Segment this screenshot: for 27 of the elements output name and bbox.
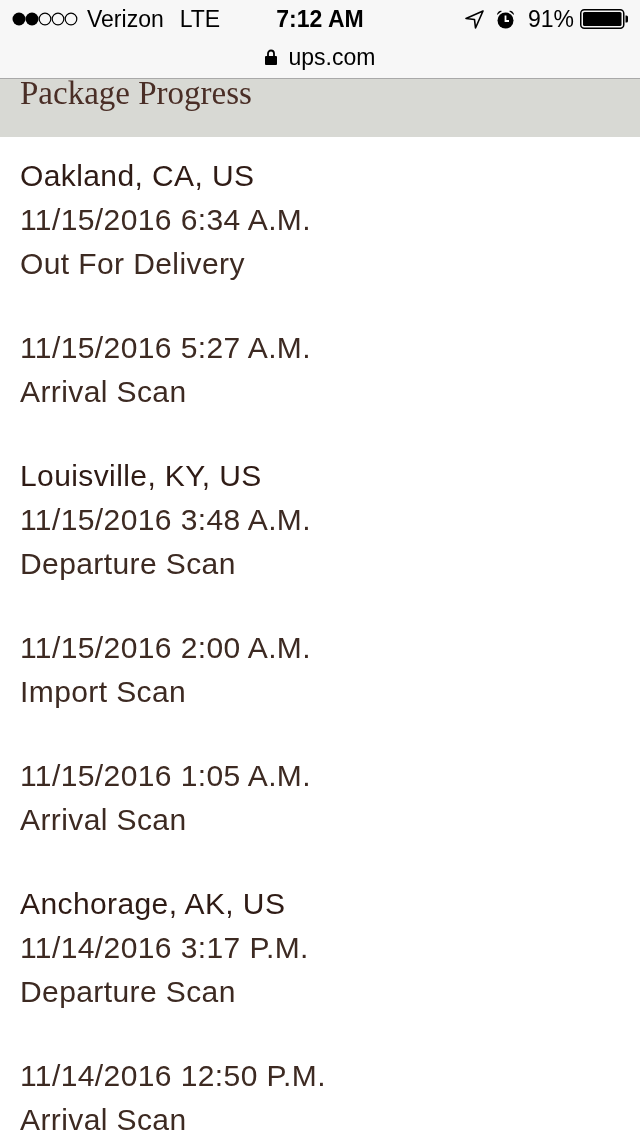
event-status: Out For Delivery [20, 248, 245, 280]
event-status: Arrival Scan [20, 1104, 187, 1136]
event-location: Louisville, KY, US [20, 460, 262, 492]
battery-icon [580, 9, 628, 30]
event-location: Anchorage, AK, US [20, 888, 286, 920]
location-arrow-icon [464, 10, 484, 29]
event-status: Departure Scan [20, 548, 236, 580]
signal-strength-icon [12, 12, 78, 27]
event-location: Oakland, CA, US [20, 160, 255, 192]
event-status: Arrival Scan [20, 376, 187, 408]
event-datetime: 11/15/2016 3:48 A.M. [20, 504, 311, 536]
event-datetime: 11/15/2016 1:05 A.M. [20, 760, 311, 792]
event-status: Import Scan [20, 676, 187, 708]
battery-percentage: 91% [527, 6, 574, 33]
event-datetime: 11/14/2016 3:17 P.M. [20, 932, 309, 964]
lock-icon [264, 49, 277, 66]
event-datetime: 11/15/2016 2:00 A.M. [20, 632, 311, 664]
event-status: Arrival Scan [20, 804, 187, 836]
event-datetime: 11/15/2016 5:27 A.M. [20, 332, 311, 364]
event-status: Departure Scan [20, 976, 236, 1008]
network-type: LTE [179, 6, 221, 33]
event-datetime: 11/14/2016 12:50 P.M. [20, 1060, 326, 1092]
alarm-clock-icon [495, 10, 515, 29]
url-text[interactable]: ups.com [288, 44, 376, 71]
carrier-name: Verizon [87, 6, 164, 33]
status-time: 7:12 AM [276, 6, 364, 33]
event-datetime: 11/15/2016 6:34 A.M. [20, 204, 311, 236]
